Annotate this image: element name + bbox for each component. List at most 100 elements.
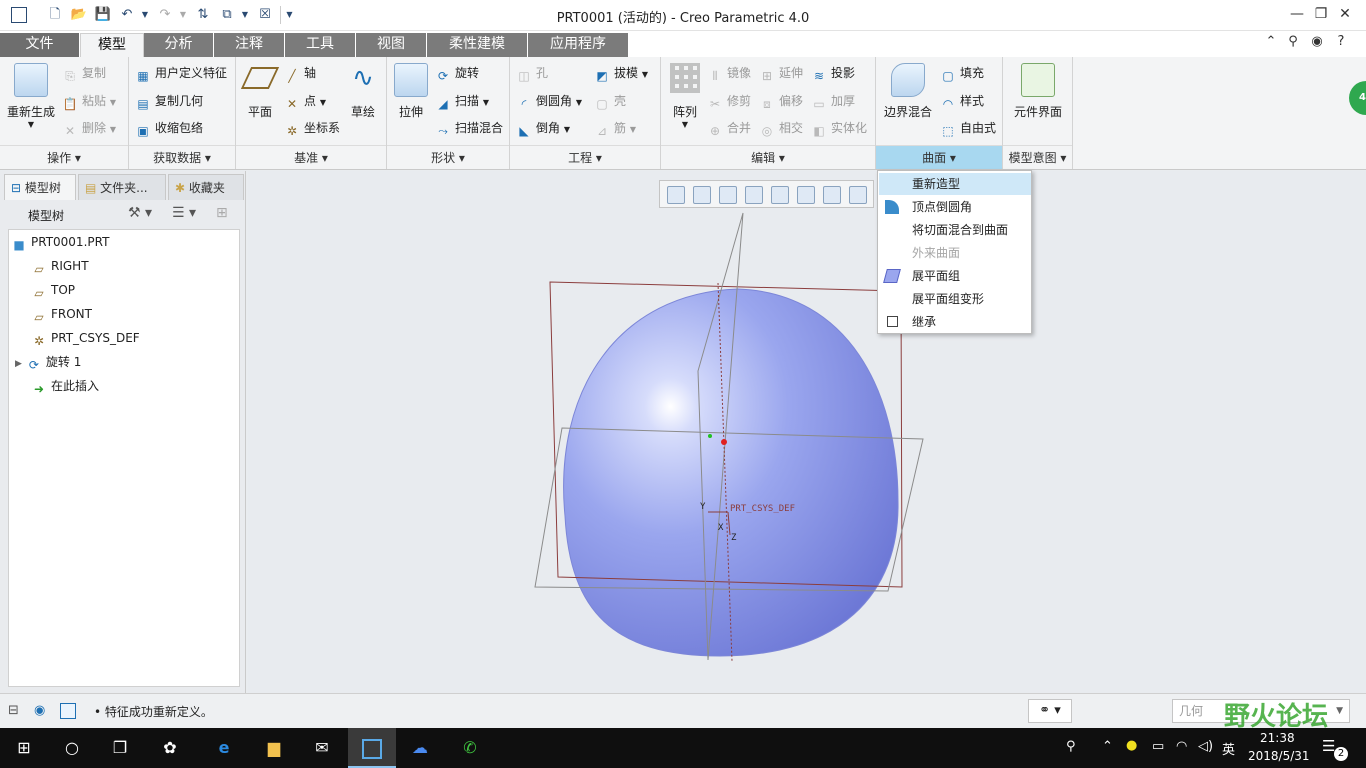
tree-item-front[interactable]: ▱ FRONT: [31, 304, 92, 324]
menu-item-flatten-quilt[interactable]: 展平面组: [879, 265, 1031, 287]
saved-orientations-icon[interactable]: [797, 186, 815, 204]
component-interface-button[interactable]: 元件界面: [1007, 63, 1069, 120]
revolve-button[interactable]: ⟳ 旋转: [435, 63, 479, 83]
network-icon[interactable]: ◠: [1176, 739, 1187, 754]
thicken-button[interactable]: ▭ 加厚: [811, 91, 855, 111]
tray-expand-icon[interactable]: ⌃: [1102, 739, 1113, 754]
cortana-search-icon[interactable]: ○: [48, 728, 96, 768]
creo-taskbar-icon[interactable]: [348, 728, 396, 768]
style-button[interactable]: ◠ 样式: [940, 91, 984, 111]
windows-start-icon[interactable]: ⊞: [0, 728, 48, 768]
help-icon[interactable]: ?: [1332, 33, 1350, 51]
swept-blend-button[interactable]: ⤳ 扫描混合: [435, 118, 503, 138]
extrude-button[interactable]: 拉伸: [391, 63, 431, 120]
tree-tools-icon[interactable]: ⚒ ▾: [128, 205, 152, 221]
copy-geometry-button[interactable]: ▤ 复制几何: [135, 91, 203, 111]
community-icon[interactable]: ◉: [1308, 33, 1326, 51]
fullscreen-icon[interactable]: [60, 703, 76, 719]
sweep-button[interactable]: ◢ 扫描 ▼: [435, 91, 489, 111]
group-label-model-intent[interactable]: 模型意图 ▾: [1003, 145, 1072, 169]
expand-arrow-icon[interactable]: ▶: [15, 359, 22, 369]
tree-filter-icon[interactable]: ⊞: [216, 205, 228, 221]
model-tree-toggle-icon[interactable]: ⊟: [8, 703, 26, 721]
sketch-button[interactable]: ∿ 草绘: [344, 63, 382, 120]
zoom-in-icon[interactable]: [693, 186, 711, 204]
zoom-out-icon[interactable]: [719, 186, 737, 204]
hole-button[interactable]: ◫ 孔: [516, 63, 548, 83]
menu-item-blend-tangent[interactable]: 将切面混合到曲面: [879, 219, 1031, 241]
boundary-blend-button[interactable]: 边界混合: [880, 63, 936, 120]
axis-button[interactable]: ╱ 轴: [284, 63, 316, 83]
search-icon[interactable]: ⚲: [1284, 33, 1302, 51]
repaint-icon[interactable]: [745, 186, 763, 204]
tree-item-csys[interactable]: ✲ PRT_CSYS_DEF: [31, 328, 140, 348]
tree-item-part[interactable]: ■ PRT0001.PRT: [11, 232, 109, 252]
intersect-button[interactable]: ◎ 相交: [759, 118, 803, 138]
tree-item-revolve[interactable]: ▶ ⟳ 旋转 1: [15, 352, 81, 372]
datum-display-icon[interactable]: [849, 186, 867, 204]
pinwheel-app-icon[interactable]: ✿: [146, 728, 194, 768]
tab-flexible-modeling[interactable]: 柔性建模: [427, 33, 528, 57]
plane-button[interactable]: 平面: [240, 63, 280, 120]
round-button[interactable]: ◜ 倒圆角 ▼: [516, 91, 582, 111]
extend-button[interactable]: ⊞ 延伸: [759, 63, 803, 83]
paste-button[interactable]: 📋 粘贴 ▼: [62, 91, 116, 111]
offset-button[interactable]: ⧈ 偏移: [759, 91, 803, 111]
shrinkwrap-button[interactable]: ▣ 收缩包络: [135, 118, 203, 138]
refit-icon[interactable]: [667, 186, 685, 204]
tree-item-insert-here[interactable]: ➜ 在此插入: [31, 376, 99, 396]
collapse-ribbon-icon[interactable]: ⌃: [1262, 33, 1280, 51]
tab-tools[interactable]: 工具: [285, 33, 356, 57]
clock-time[interactable]: 21:38: [1260, 731, 1295, 745]
tab-folder-browser[interactable]: ▤ 文件夹...: [78, 174, 166, 200]
display-style-icon[interactable]: [771, 186, 789, 204]
trim-button[interactable]: ✂ 修剪: [707, 91, 751, 111]
security-tray-icon[interactable]: ●: [1126, 738, 1137, 753]
group-label-shapes[interactable]: 形状 ▾: [387, 145, 509, 169]
edge-browser-icon[interactable]: e: [200, 728, 248, 768]
tab-model[interactable]: 模型: [80, 33, 144, 57]
task-view-icon[interactable]: ❐: [96, 728, 144, 768]
close-button[interactable]: ✕: [1322, 0, 1366, 30]
csys-button[interactable]: ✲ 坐标系: [284, 118, 340, 138]
view-manager-icon[interactable]: [823, 186, 841, 204]
tab-applications[interactable]: 应用程序: [528, 33, 629, 57]
graphics-area[interactable]: PRT_CSYS_DEF Y X Z 49: [248, 81, 1366, 693]
tab-model-tree[interactable]: ⊟ 模型树: [4, 174, 76, 200]
tree-item-right[interactable]: ▱ RIGHT: [31, 256, 88, 276]
volume-icon[interactable]: ◁): [1198, 739, 1213, 754]
regenerate-dropdown-icon[interactable]: ▼: [4, 120, 58, 129]
solidify-button[interactable]: ◧ 实体化: [811, 118, 867, 138]
file-explorer-icon[interactable]: ▆: [250, 728, 298, 768]
menu-item-vertex-round[interactable]: 顶点倒圆角: [879, 196, 1031, 218]
battery-icon[interactable]: ▭: [1152, 739, 1164, 754]
wechat-icon[interactable]: ✆: [446, 728, 494, 768]
group-label-surfaces[interactable]: 曲面 ▾: [876, 145, 1002, 169]
tree-settings-icon[interactable]: ☰ ▾: [172, 205, 196, 221]
shell-button[interactable]: ▢ 壳: [594, 91, 626, 111]
people-icon[interactable]: ⚲: [1066, 739, 1076, 754]
draft-button[interactable]: ◩ 拔模 ▼: [594, 63, 648, 83]
tab-file[interactable]: 文件: [0, 33, 80, 57]
baidu-netdisk-icon[interactable]: ☁: [396, 728, 444, 768]
mirror-button[interactable]: ⫴ 镜像: [707, 63, 751, 83]
group-label-datum[interactable]: 基准 ▾: [236, 145, 386, 169]
delete-button[interactable]: ✕ 删除 ▼: [62, 118, 116, 138]
group-label-engineering[interactable]: 工程 ▾: [510, 145, 660, 169]
pattern-dropdown-icon[interactable]: ▼: [665, 120, 705, 129]
menu-item-inheritance[interactable]: 继承: [879, 311, 1031, 333]
chamfer-button[interactable]: ◣ 倒角 ▼: [516, 118, 570, 138]
group-label-operations[interactable]: 操作 ▾: [0, 145, 128, 169]
group-label-editing[interactable]: 编辑 ▾: [661, 145, 875, 169]
tree-item-top[interactable]: ▱ TOP: [31, 280, 75, 300]
merge-button[interactable]: ⊕ 合并: [707, 118, 751, 138]
ime-indicator[interactable]: 英: [1222, 739, 1235, 758]
rib-button[interactable]: ⊿ 筋 ▼: [594, 118, 636, 138]
menu-item-import-surface[interactable]: 外来曲面: [879, 242, 1031, 264]
fill-button[interactable]: ▢ 填充: [940, 63, 984, 83]
copy-button[interactable]: ⎘ 复制: [62, 63, 106, 83]
point-button[interactable]: ✕ 点 ▼: [284, 91, 326, 111]
browser-toggle-icon[interactable]: ◉: [34, 703, 52, 721]
tab-favorites[interactable]: ✱ 收藏夹: [168, 174, 244, 200]
tab-annotate[interactable]: 注释: [214, 33, 285, 57]
